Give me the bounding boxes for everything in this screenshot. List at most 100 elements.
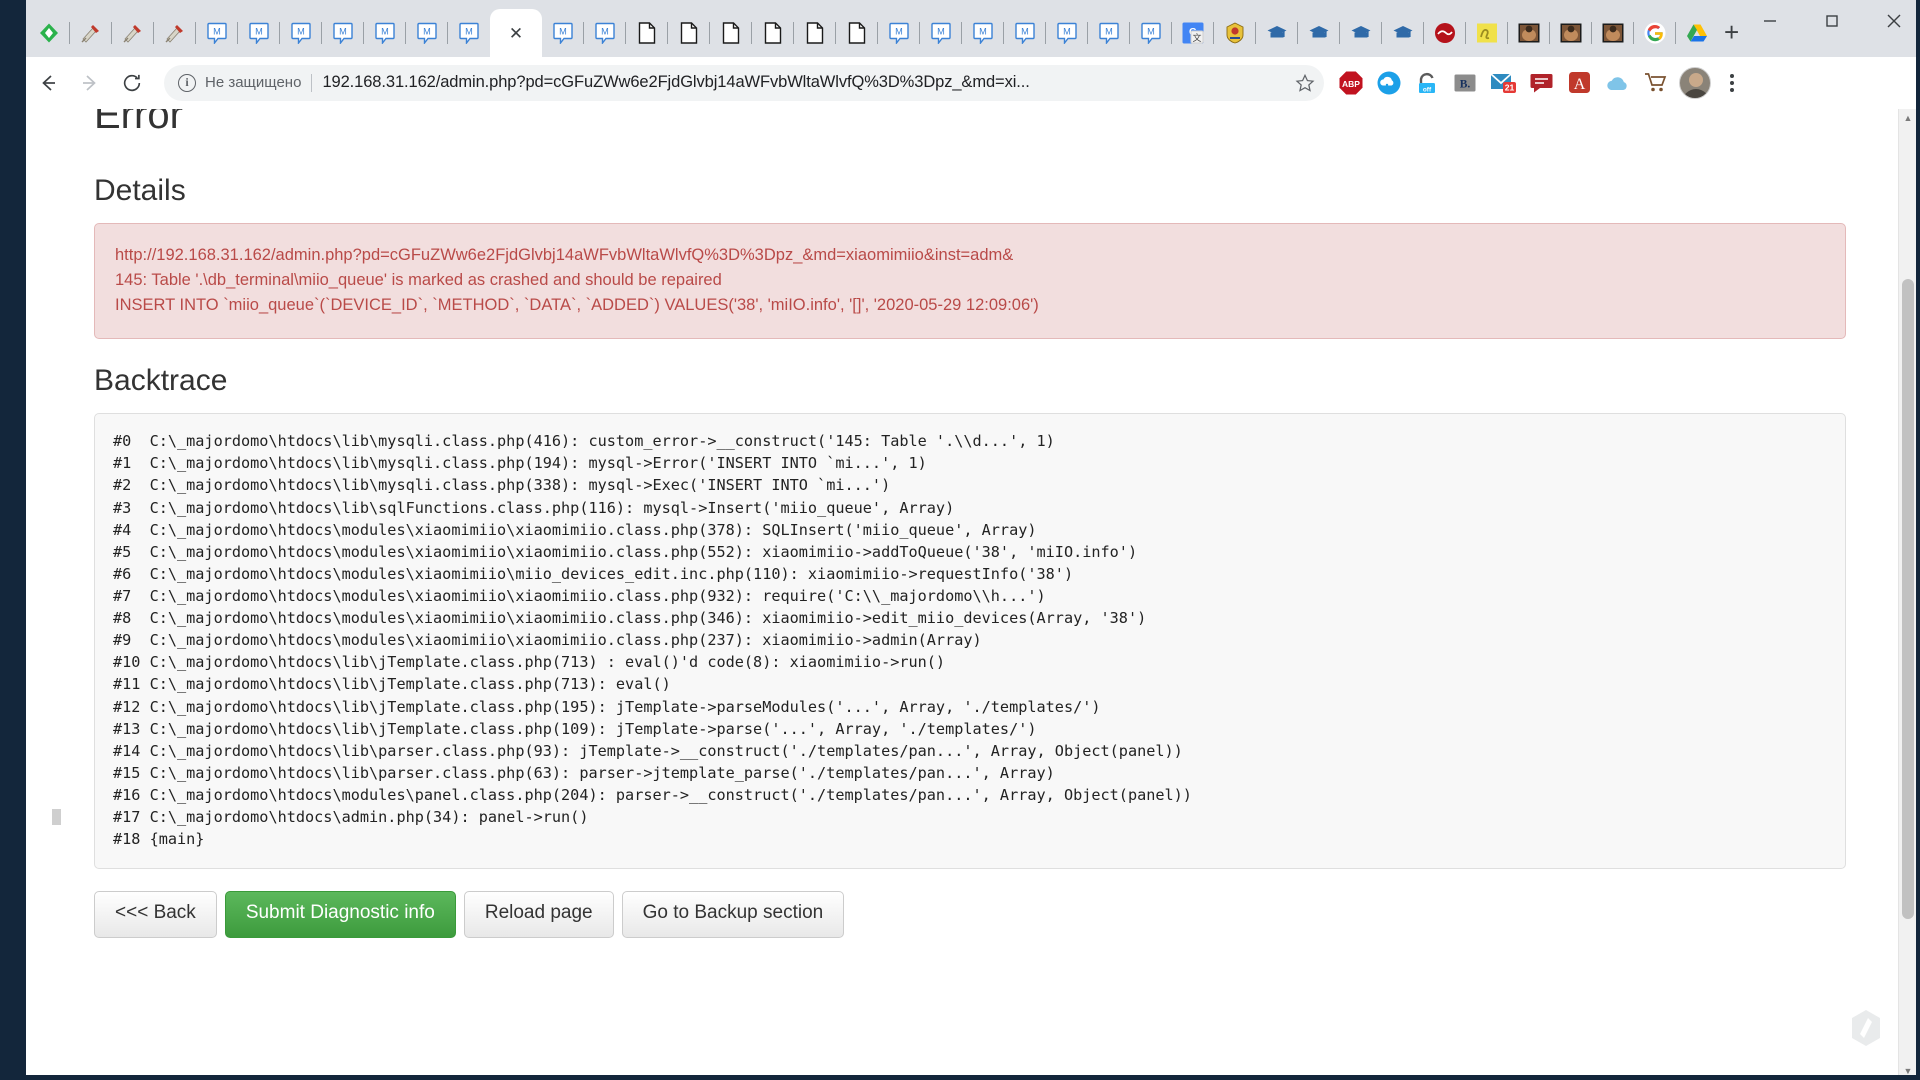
- tab-19[interactable]: [836, 9, 878, 57]
- photo-icon: [1602, 22, 1624, 44]
- go-to-backup-section-button[interactable]: Go to Backup section: [622, 891, 845, 938]
- scrollbar-thumb[interactable]: [1902, 279, 1914, 919]
- svg-text:ABP: ABP: [1342, 79, 1360, 89]
- tools-icon: [122, 22, 144, 44]
- svg-text:M: M: [1147, 27, 1155, 37]
- graduation-cap-icon: [1392, 22, 1414, 44]
- mail-ru-icon: M: [594, 22, 616, 44]
- svg-text:M: M: [423, 27, 431, 37]
- tab-5[interactable]: M: [238, 9, 280, 57]
- document-icon: [678, 22, 700, 44]
- mail-ru-icon: M: [332, 22, 354, 44]
- back-nav-button[interactable]: [28, 63, 68, 103]
- site-info-icon[interactable]: i: [178, 74, 196, 92]
- lock-off-icon[interactable]: off: [1409, 65, 1445, 101]
- tab-15[interactable]: [668, 9, 710, 57]
- google-icon: [1644, 22, 1666, 44]
- error-line-2: INSERT INTO `miio_queue`(`DEVICE_ID`, `M…: [115, 293, 1825, 318]
- scroll-up-arrow[interactable]: ▲: [1899, 109, 1916, 127]
- forward-nav-button[interactable]: [70, 63, 110, 103]
- tab-4[interactable]: M: [196, 9, 238, 57]
- page-scrollbar[interactable]: ▲ ▼: [1898, 109, 1916, 1080]
- tab-35[interactable]: [1508, 9, 1550, 57]
- reload-button[interactable]: [112, 63, 152, 103]
- tools-icon: [80, 22, 102, 44]
- svg-text:M: M: [937, 27, 945, 37]
- tab-33[interactable]: [1424, 9, 1466, 57]
- adblock-plus-icon[interactable]: ABP: [1333, 65, 1369, 101]
- yellow-note-icon: [1476, 22, 1498, 44]
- cloud-icon[interactable]: [1371, 65, 1407, 101]
- tab-29[interactable]: [1256, 9, 1298, 57]
- google-translate-icon: G文: [1182, 22, 1204, 44]
- active-tab[interactable]: ✕: [490, 9, 542, 57]
- tab-12[interactable]: M: [542, 9, 584, 57]
- tab-14[interactable]: [626, 9, 668, 57]
- submit-diagnostic-info-button[interactable]: Submit Diagnostic info: [225, 891, 456, 938]
- tab-6[interactable]: M: [280, 9, 322, 57]
- tab-39[interactable]: [1676, 9, 1718, 57]
- address-bar[interactable]: i Не защищено 192.168.31.162/admin.php?p…: [164, 65, 1324, 101]
- tab-3[interactable]: [154, 9, 196, 57]
- maximize-button[interactable]: [1801, 0, 1863, 42]
- svg-text:M: M: [1021, 27, 1029, 37]
- mail-ru-icon: M: [1014, 22, 1036, 44]
- tab-36[interactable]: [1550, 9, 1592, 57]
- tab-21[interactable]: M: [920, 9, 962, 57]
- tab-0[interactable]: [28, 9, 70, 57]
- cloud-blue-icon[interactable]: [1599, 65, 1635, 101]
- tab-31[interactable]: [1340, 9, 1382, 57]
- document-icon: [804, 22, 826, 44]
- svg-text:M: M: [213, 27, 221, 37]
- bookmark-star-icon[interactable]: [1290, 68, 1320, 98]
- tab-20[interactable]: M: [878, 9, 920, 57]
- active-tab-icon: ✕: [505, 22, 527, 44]
- shopping-cart-icon[interactable]: [1637, 65, 1673, 101]
- window-left-edge: [0, 0, 26, 1080]
- close-button[interactable]: [1863, 0, 1920, 42]
- document-icon: [720, 22, 742, 44]
- new-tab-button[interactable]: +: [1724, 10, 1739, 54]
- chrome-menu-button[interactable]: [1716, 65, 1748, 101]
- tab-7[interactable]: M: [322, 9, 364, 57]
- minimize-button[interactable]: [1739, 0, 1801, 42]
- graduation-cap-icon: [1350, 22, 1372, 44]
- chat-bubble-icon[interactable]: [1523, 65, 1559, 101]
- reload-page-button[interactable]: Reload page: [464, 891, 614, 938]
- tab-32[interactable]: [1382, 9, 1424, 57]
- profile-avatar[interactable]: [1679, 67, 1711, 99]
- security-status-label: Не защищено: [205, 74, 301, 91]
- tab-30[interactable]: [1298, 9, 1340, 57]
- tab-18[interactable]: [794, 9, 836, 57]
- tab-8[interactable]: M: [364, 9, 406, 57]
- mail-ru-icon: M: [552, 22, 574, 44]
- photo-icon: [1518, 22, 1540, 44]
- bitwarden-icon[interactable]: B.: [1447, 65, 1483, 101]
- tab-34[interactable]: [1466, 9, 1508, 57]
- tab-26[interactable]: M: [1130, 9, 1172, 57]
- tab-37[interactable]: [1592, 9, 1634, 57]
- tab-17[interactable]: [752, 9, 794, 57]
- back-button[interactable]: <<< Back: [94, 891, 217, 938]
- url-text[interactable]: 192.168.31.162/admin.php?pd=cGFuZWw6e2Fj…: [322, 73, 1286, 92]
- graduation-cap-icon: [1308, 22, 1330, 44]
- tab-24[interactable]: M: [1046, 9, 1088, 57]
- tab-27[interactable]: G文: [1172, 9, 1214, 57]
- tab-16[interactable]: [710, 9, 752, 57]
- tab-9[interactable]: M: [406, 9, 448, 57]
- tab-2[interactable]: [112, 9, 154, 57]
- tab-23[interactable]: M: [1004, 9, 1046, 57]
- svg-text:M: M: [979, 27, 987, 37]
- majordomo-logo-icon: [1846, 1008, 1886, 1048]
- mail-badge-icon[interactable]: 21: [1485, 65, 1521, 101]
- tab-38[interactable]: [1634, 9, 1676, 57]
- tab-25[interactable]: M: [1088, 9, 1130, 57]
- tab-22[interactable]: M: [962, 9, 1004, 57]
- tab-10[interactable]: M: [448, 9, 490, 57]
- tab-1[interactable]: [70, 9, 112, 57]
- tab-13[interactable]: M: [584, 9, 626, 57]
- tab-28[interactable]: [1214, 9, 1256, 57]
- details-heading: Details: [94, 173, 1846, 209]
- backtrace-text: #0 C:\_majordomo\htdocs\lib\mysqli.class…: [94, 413, 1846, 869]
- adobe-acrobat-icon[interactable]: A: [1561, 65, 1597, 101]
